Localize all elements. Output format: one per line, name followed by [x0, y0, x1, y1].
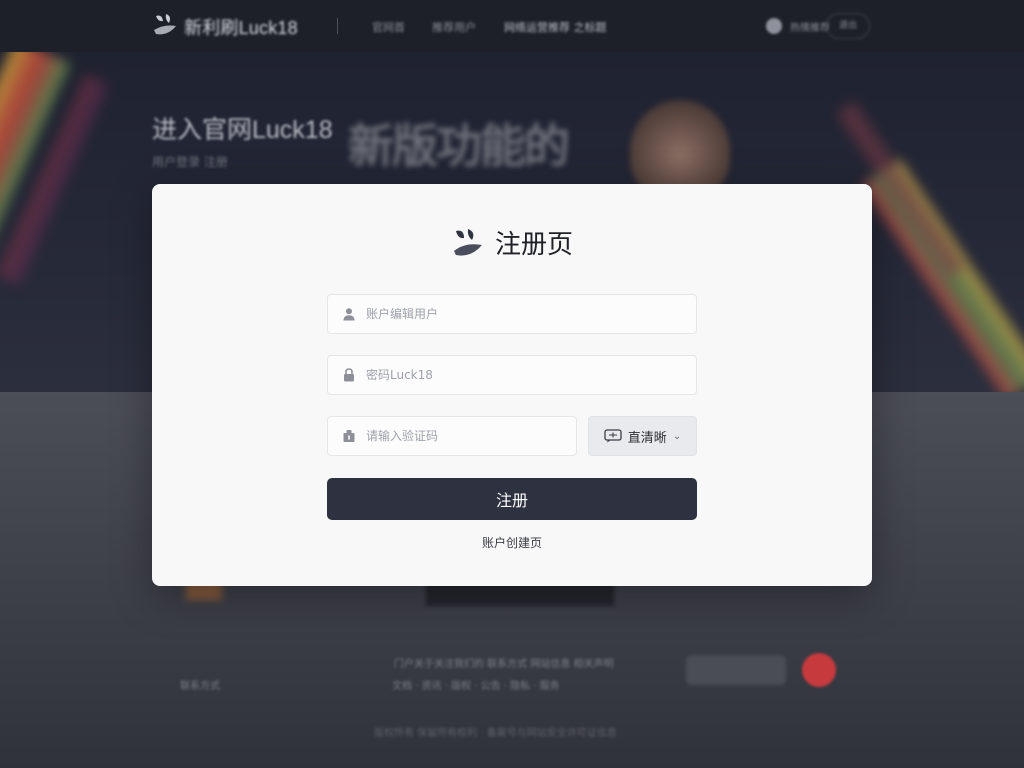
- nav-item[interactable]: 网络运营推荐 之标题: [504, 19, 607, 35]
- shield-icon: [343, 430, 355, 442]
- footer-button[interactable]: [686, 655, 786, 685]
- chevron-down-icon: ⌄: [672, 430, 682, 442]
- captcha-refresh-button[interactable]: 直清晰 ⌄: [588, 416, 697, 456]
- captcha-field[interactable]: [327, 416, 577, 456]
- site-header: 新利刷Luck18 官网首 推荐用户 网络运营推荐 之标题 热情推荐 退出: [0, 0, 1024, 52]
- nav-item[interactable]: 官网首: [372, 19, 405, 35]
- copyright-text: 版权所有 保留所有权利 · 备案号与网站安全许可证信息: [374, 728, 617, 739]
- avatar[interactable]: [766, 18, 782, 34]
- password-field[interactable]: [327, 355, 697, 395]
- modal-title: 注册页: [494, 229, 573, 259]
- username-field[interactable]: [327, 294, 697, 334]
- modal-header: 注册页: [152, 224, 872, 260]
- header-divider: [337, 18, 338, 34]
- modal-footer: 账户创建页: [152, 534, 872, 551]
- create-account-link[interactable]: 账户创建页: [482, 536, 542, 550]
- hero-subtitle: 用户登录 注册: [152, 155, 228, 169]
- register-modal: 注册页 直清晰 ⌄ 注册 账户创建页: [152, 184, 872, 586]
- nav-item[interactable]: 推荐用户: [432, 19, 476, 35]
- password-input[interactable]: [366, 368, 696, 382]
- refresh-image-icon: [604, 429, 622, 443]
- footer-text: 门户关于关注我们的 联系方式 网站信息 相关声明: [394, 659, 614, 670]
- float-action-button[interactable]: [802, 653, 836, 687]
- user-icon: [343, 308, 355, 321]
- lock-icon: [344, 368, 354, 382]
- user-name: 热情推荐: [790, 23, 830, 34]
- username-input[interactable]: [366, 307, 696, 321]
- brand-logo-icon: [154, 14, 176, 35]
- captcha-label: 直清晰: [627, 430, 667, 446]
- brand-logo-icon: [453, 228, 482, 256]
- hero-headline: 新版功能的: [348, 119, 570, 173]
- brand-name: 新利刷Luck18: [184, 18, 298, 38]
- footer-text: 联系方式: [180, 681, 220, 692]
- register-button[interactable]: 注册: [327, 478, 697, 520]
- footer-text: 文档 · 资讯 · 版权 · 公告 · 隐私 · 服务: [392, 681, 560, 692]
- captcha-input[interactable]: [366, 429, 576, 443]
- logout-button[interactable]: 退出: [826, 13, 870, 39]
- hero-title: 进入官网Luck18: [152, 116, 333, 144]
